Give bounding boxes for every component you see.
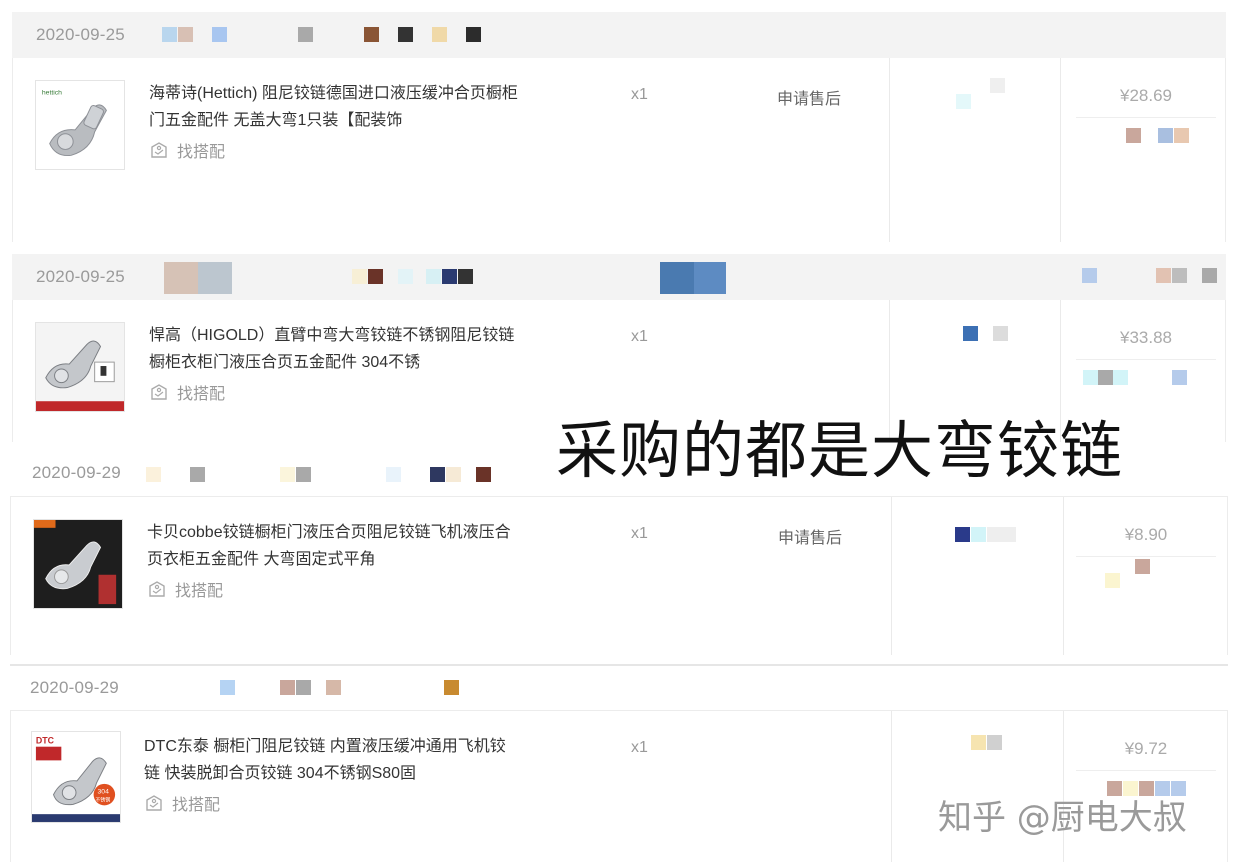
find-match-link[interactable]: 找搭配 [147,577,223,601]
product-title[interactable]: 悍高（HIGOLD）直臂中弯大弯铰链不锈钢阻尼铰链橱柜衣柜门液压合页五金配件 3… [149,322,519,376]
find-match-label: 找搭配 [177,144,226,161]
svg-text:hettich: hettich [42,90,62,97]
quantity: x1 [631,86,648,103]
hinge-image [36,323,124,411]
order-card: 2020-09-25 hettich 海蒂诗(Hettich) 阻尼铰链德国进口… [12,12,1226,244]
price: ¥8.90 [1124,525,1168,544]
find-match-label: 找搭配 [177,386,226,403]
hinge-image [34,520,122,608]
quantity: x1 [631,739,648,756]
svg-text:DTC: DTC [36,736,55,746]
after-sale-link[interactable]: 申请售后 [778,524,842,548]
product-thumbnail[interactable] [33,519,123,609]
order-body: DTC 304 不锈钢 DTC东泰 橱柜门阻尼铰链 内置液压缓冲通用飞机铰链 快… [10,710,1228,862]
product-title[interactable]: DTC东泰 橱柜门阻尼铰链 内置液压缓冲通用飞机铰链 快装脱卸合页铰链 304不… [144,733,514,787]
after-sale-link[interactable]: 申请售后 [777,85,841,109]
find-match-label: 找搭配 [172,797,221,814]
product-thumbnail[interactable]: hettich [35,80,125,170]
quantity: x1 [631,525,648,542]
tag-icon [146,795,162,811]
order-body: 卡贝cobbe铰链橱柜门液压合页阻尼铰链飞机液压合页衣柜五金配件 大弯固定式平角… [10,496,1228,655]
order-body: hettich 海蒂诗(Hettich) 阻尼铰链德国进口液压缓冲合页橱柜门五金… [12,58,1226,242]
tag-icon [149,581,165,597]
quantity: x1 [631,328,648,345]
tag-icon [151,142,167,158]
order-header: 2020-09-25 [12,254,1226,300]
svg-text:不锈钢: 不锈钢 [96,796,111,803]
product-title[interactable]: 海蒂诗(Hettich) 阻尼铰链德国进口液压缓冲合页橱柜门五金配件 无盖大弯1… [149,80,519,134]
svg-text:304: 304 [98,789,110,796]
overlay-caption: 采购的都是大弯铰链 [556,414,1124,487]
find-match-link[interactable]: 找搭配 [149,138,225,162]
product-title[interactable]: 卡贝cobbe铰链橱柜门液压合页阻尼铰链飞机液压合页衣柜五金配件 大弯固定式平角 [147,519,517,573]
price: ¥9.72 [1124,739,1168,758]
order-date: 2020-09-29 [32,463,121,482]
order-date: 2020-09-25 [36,267,125,286]
product-thumbnail[interactable] [35,322,125,412]
order-date: 2020-09-29 [30,678,119,697]
tag-icon [151,384,167,400]
find-match-label: 找搭配 [175,583,224,600]
product-thumbnail[interactable]: DTC 304 不锈钢 [31,731,121,823]
hinge-image: hettich [36,81,124,169]
price: ¥28.69 [1120,86,1172,105]
order-date: 2020-09-25 [36,25,125,44]
order-header: 2020-09-29 [10,664,1228,712]
price: ¥33.88 [1120,328,1172,347]
watermark: 知乎 @厨电大叔 [938,798,1187,838]
find-match-link[interactable]: 找搭配 [144,791,220,815]
hinge-image: DTC 304 不锈钢 [32,732,120,822]
find-match-link[interactable]: 找搭配 [149,380,225,404]
order-header: 2020-09-25 [12,12,1226,58]
